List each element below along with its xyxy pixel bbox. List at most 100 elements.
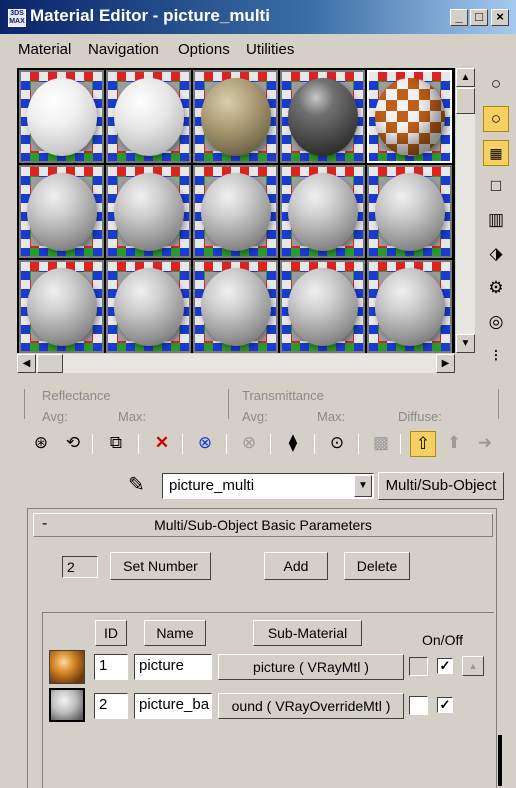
sub-material-on-checkbox-2[interactable]: ✓ (437, 697, 453, 713)
options-icon[interactable]: ⚙ (483, 276, 509, 302)
backlight-icon[interactable]: ○ (483, 106, 509, 132)
sample-type-icon[interactable]: ○ (483, 72, 509, 98)
horizontal-scrollbar[interactable] (17, 354, 455, 373)
material-slot-6[interactable] (19, 165, 104, 258)
reset-icon[interactable]: ✕ (149, 431, 175, 457)
get-material-icon[interactable]: ⊛ (28, 431, 54, 457)
select-by-material-icon[interactable]: ◎ (483, 310, 509, 336)
material-type-button[interactable]: Multi/Sub-Object (378, 472, 504, 500)
sub-material-id-1[interactable]: 1 (94, 654, 128, 680)
make-preview-icon[interactable]: ⬗ (483, 242, 509, 268)
sub-material-column-header[interactable]: Sub-Material (253, 620, 362, 646)
divider (498, 389, 499, 419)
material-slot-8[interactable] (193, 165, 278, 258)
scroll-right-button[interactable]: ▶ (436, 354, 455, 373)
sub-material-preview-2[interactable] (49, 688, 85, 722)
material-slot-15[interactable] (367, 260, 452, 353)
sample-slot-grid (17, 68, 455, 353)
material-slot-7[interactable] (106, 165, 191, 258)
transmittance-label: Transmittance (242, 388, 324, 403)
make-unique-icon[interactable]: ⊗ (236, 431, 262, 457)
material-map-navigator-icon[interactable]: ⁝ (483, 344, 509, 370)
toolbar-separator (92, 434, 93, 454)
material-slot-5[interactable] (367, 70, 452, 163)
sub-material-name-2[interactable]: picture_ba (134, 693, 212, 719)
assign-to-selection-icon[interactable]: ⧉ (103, 431, 129, 457)
number-of-materials-field[interactable]: 2 (62, 556, 98, 578)
material-sphere-preview (288, 78, 358, 156)
material-slot-10[interactable] (367, 165, 452, 258)
uv-tiling-icon[interactable]: □ (483, 174, 509, 200)
scroll-down-button[interactable]: ▼ (456, 334, 475, 353)
material-slot-2[interactable] (106, 70, 191, 163)
material-sphere-preview (288, 268, 358, 346)
sub-material-preview-1[interactable] (49, 650, 85, 684)
horizontal-scroll-thumb[interactable] (37, 354, 63, 373)
set-number-button[interactable]: Set Number (110, 552, 211, 580)
list-scrollbar[interactable] (498, 735, 502, 786)
reflectance-max-label: Max: (118, 409, 147, 424)
material-sphere-preview (114, 268, 184, 346)
material-sphere-preview (375, 78, 445, 156)
material-sphere-preview (375, 173, 445, 251)
vertical-scroll-thumb[interactable] (456, 88, 475, 114)
material-slot-1[interactable] (19, 70, 104, 163)
material-sphere-preview (288, 173, 358, 251)
menu-options[interactable]: Options (178, 41, 230, 58)
sub-material-id-2[interactable]: 2 (94, 693, 128, 719)
background-icon[interactable]: ▦ (483, 140, 509, 166)
material-slot-12[interactable] (106, 260, 191, 353)
menu-navigation[interactable]: Navigation (88, 41, 159, 58)
delete-button[interactable]: Delete (344, 552, 410, 580)
on-off-column-header: On/Off (422, 632, 463, 648)
material-name-input[interactable]: picture_multi (162, 473, 374, 499)
go-forward-icon[interactable]: ➜ (472, 431, 498, 457)
show-end-result-icon[interactable]: ⇧ (410, 431, 436, 457)
material-slot-13[interactable] (193, 260, 278, 353)
id-column-header[interactable]: ID (95, 620, 127, 646)
material-slot-3[interactable] (193, 70, 278, 163)
close-button[interactable]: × (491, 9, 509, 26)
eyedropper-icon[interactable]: ✎ (128, 472, 145, 497)
material-slot-4[interactable] (280, 70, 365, 163)
menu-utilities[interactable]: Utilities (246, 41, 294, 58)
video-color-check-icon[interactable]: ▥ (483, 208, 509, 234)
toolbar-separator (358, 434, 359, 454)
put-to-scene-icon[interactable]: ⟲ (60, 431, 86, 457)
scroll-up-button[interactable]: ▲ (456, 68, 475, 87)
sub-material-button-1[interactable]: picture ( VRayMtl ) (218, 654, 404, 680)
toolbar-separator (138, 434, 139, 454)
sub-material-on-checkbox-1[interactable]: ✓ (437, 658, 453, 674)
show-map-icon[interactable]: ▩ (368, 431, 394, 457)
menu-material[interactable]: Material (18, 41, 71, 58)
app-icon: 3DS MAX (8, 9, 26, 27)
make-copy-icon[interactable]: ⊗ (192, 431, 218, 457)
sub-material-color-swatch-1[interactable] (409, 657, 428, 676)
scroll-left-button[interactable]: ◀ (17, 354, 36, 373)
toolbar-separator (226, 434, 227, 454)
material-slot-14[interactable] (280, 260, 365, 353)
material-slot-11[interactable] (19, 260, 104, 353)
name-column-header[interactable]: Name (144, 620, 206, 646)
material-id-icon[interactable]: ⊙ (324, 431, 350, 457)
add-button[interactable]: Add (264, 552, 328, 580)
sub-material-up-arrow[interactable]: ▲ (462, 656, 484, 676)
sub-material-button-2[interactable]: ound ( VRayOverrideMtl ) (218, 693, 404, 719)
toolbar-separator (182, 434, 183, 454)
go-to-parent-icon[interactable]: ⬆ (441, 431, 467, 457)
material-slot-9[interactable] (280, 165, 365, 258)
material-sphere-preview (114, 78, 184, 156)
maximize-button[interactable]: □ (470, 9, 488, 26)
put-to-library-icon[interactable]: ⧫ (280, 431, 306, 457)
sub-material-color-swatch-2[interactable] (409, 696, 428, 715)
minimize-button[interactable]: _ (450, 9, 468, 26)
sub-material-name-1[interactable]: picture (134, 654, 212, 680)
toolbar-separator (314, 434, 315, 454)
rollout-header[interactable]: - Multi/Sub-Object Basic Parameters (33, 513, 493, 537)
material-sphere-preview (27, 268, 97, 346)
material-name-dropdown[interactable]: ▼ (354, 475, 372, 497)
transmittance-avg-label: Avg: (242, 409, 268, 424)
rollout-title: Multi/Sub-Object Basic Parameters (154, 517, 372, 533)
reflectance-avg-label: Avg: (42, 409, 68, 424)
material-sphere-preview (201, 173, 271, 251)
